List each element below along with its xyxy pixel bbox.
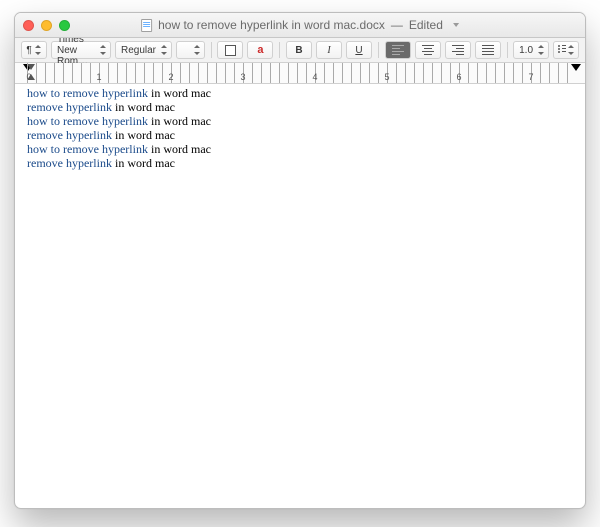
window-title-status: Edited (409, 18, 443, 32)
ruler-ticks (27, 63, 575, 83)
align-right-button[interactable] (445, 41, 471, 59)
font-size-select[interactable] (176, 41, 205, 59)
line-spacing-select[interactable]: 1.0 (513, 41, 549, 59)
tab-well-right-icon[interactable] (571, 64, 581, 71)
underline-label: U (355, 45, 362, 56)
underline-button[interactable]: U (346, 41, 372, 59)
window-title-filename: how to remove hyperlink in word mac.docx (158, 18, 385, 32)
hyperlink-text[interactable]: remove hyperlink (27, 128, 112, 142)
text-line[interactable]: remove hyperlink in word mac (15, 128, 585, 142)
ruler-label: 0 (26, 72, 31, 82)
hyperlink-text[interactable]: how to remove hyperlink (27, 114, 148, 128)
window-title-group[interactable]: how to remove hyperlink in word mac.docx… (141, 18, 459, 32)
highlight-color-button[interactable]: a (247, 41, 273, 59)
ruler-label: 7 (528, 72, 533, 82)
font-style-select[interactable]: Regular (115, 41, 172, 59)
align-left-icon (392, 45, 404, 55)
hyperlink-text[interactable]: remove hyperlink (27, 100, 112, 114)
font-family-value: Times New Rom… (57, 34, 95, 67)
minimize-window-button[interactable] (41, 20, 52, 31)
ruler-label: 6 (456, 72, 461, 82)
align-justify-button[interactable] (475, 41, 501, 59)
hyperlink-text[interactable]: how to remove hyperlink (27, 142, 148, 156)
style-presets-button[interactable]: ¶ (21, 41, 47, 59)
chevron-updown-icon (34, 45, 42, 55)
font-family-select[interactable]: Times New Rom… (51, 41, 111, 59)
align-center-icon (422, 45, 434, 55)
align-right-icon (452, 45, 464, 55)
app-window: how to remove hyperlink in word mac.docx… (14, 12, 586, 509)
toolbar-separator (211, 42, 212, 58)
document-icon (141, 19, 152, 32)
ruler-label: 2 (168, 72, 173, 82)
italic-label: I (327, 45, 330, 56)
horizontal-ruler[interactable]: 0 1 2 3 4 5 6 7 (15, 63, 585, 84)
text-line[interactable]: how to remove hyperlink in word mac (15, 142, 585, 156)
align-justify-icon (482, 45, 494, 55)
bullet-list-icon (558, 45, 566, 55)
chevron-updown-icon (99, 45, 107, 55)
text-line[interactable]: remove hyperlink in word mac (15, 100, 585, 114)
chevron-updown-icon (537, 45, 545, 55)
plain-text[interactable]: in word mac (112, 156, 175, 170)
align-center-button[interactable] (415, 41, 441, 59)
line-spacing-value: 1.0 (519, 45, 533, 56)
bold-label: B (295, 45, 302, 56)
window-traffic-lights (23, 20, 70, 31)
title-bar[interactable]: how to remove hyperlink in word mac.docx… (15, 13, 585, 38)
text-line[interactable]: how to remove hyperlink in word mac (15, 86, 585, 100)
align-left-button[interactable] (385, 41, 411, 59)
hyperlink-text[interactable]: remove hyperlink (27, 156, 112, 170)
text-color-button[interactable] (217, 41, 243, 59)
plain-text[interactable]: in word mac (148, 142, 211, 156)
toolbar-separator (378, 42, 379, 58)
font-style-value: Regular (121, 45, 156, 56)
italic-button[interactable]: I (316, 41, 342, 59)
ruler-label: 5 (384, 72, 389, 82)
list-style-button[interactable] (553, 41, 579, 59)
title-dropdown-icon[interactable] (453, 23, 459, 27)
plain-text[interactable]: in word mac (148, 86, 211, 100)
chevron-updown-icon (160, 45, 168, 55)
ruler-label: 4 (312, 72, 317, 82)
chevron-updown-icon (193, 45, 201, 55)
toolbar-separator (279, 42, 280, 58)
ruler-label: 1 (96, 72, 101, 82)
text-color-swatch-icon (225, 45, 236, 56)
window-title-separator: — (391, 18, 403, 32)
plain-text[interactable]: in word mac (148, 114, 211, 128)
text-line[interactable]: how to remove hyperlink in word mac (15, 114, 585, 128)
zoom-window-button[interactable] (59, 20, 70, 31)
ruler-label: 3 (240, 72, 245, 82)
text-line[interactable]: remove hyperlink in word mac (15, 156, 585, 170)
document-text[interactable]: how to remove hyperlink in word mac remo… (15, 84, 585, 170)
bold-button[interactable]: B (286, 41, 312, 59)
plain-text[interactable]: in word mac (112, 128, 175, 142)
toolbar-separator (507, 42, 508, 58)
plain-text[interactable]: in word mac (112, 100, 175, 114)
document-canvas[interactable]: how to remove hyperlink in word mac remo… (15, 84, 585, 508)
hyperlink-text[interactable]: how to remove hyperlink (27, 86, 148, 100)
chevron-updown-icon (568, 45, 574, 55)
highlight-a-icon: a (257, 45, 263, 56)
close-window-button[interactable] (23, 20, 34, 31)
formatting-toolbar: ¶ Times New Rom… Regular a B I (15, 38, 585, 63)
